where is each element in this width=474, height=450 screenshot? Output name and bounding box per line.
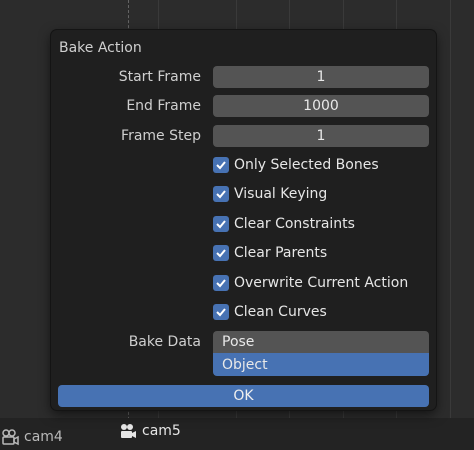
clear-parents-option[interactable]: Clear Parents xyxy=(213,245,327,261)
camera-icon xyxy=(2,429,19,446)
option-label: Overwrite Current Action xyxy=(234,275,409,291)
bake-data-label: Bake Data xyxy=(128,334,201,350)
timeline-gridline xyxy=(450,0,451,418)
checkmark-icon xyxy=(216,220,226,229)
checkbox[interactable] xyxy=(213,275,229,291)
timeline-marker-cam5[interactable]: cam5 xyxy=(118,422,181,440)
only-selected-bones-option[interactable]: Only Selected Bones xyxy=(213,157,379,173)
option-label: Clear Constraints xyxy=(234,216,355,232)
bake-data-option-pose[interactable]: Pose xyxy=(213,331,429,353)
checkmark-icon xyxy=(216,249,226,258)
checkbox[interactable] xyxy=(213,216,229,232)
ok-button[interactable]: OK xyxy=(58,385,429,407)
end-frame-field[interactable]: 1000 xyxy=(213,95,429,117)
checkmark-icon xyxy=(216,279,226,288)
checkbox[interactable] xyxy=(213,245,229,261)
bake-data-dropdown[interactable]: Pose Object xyxy=(213,331,429,376)
option-label: Clean Curves xyxy=(234,304,327,320)
clean-curves-option[interactable]: Clean Curves xyxy=(213,304,327,320)
timeline-marker-cam4[interactable]: cam4 xyxy=(0,428,63,446)
frame-step-field[interactable]: 1 xyxy=(213,125,429,147)
checkmark-icon xyxy=(216,161,226,170)
checkmark-icon xyxy=(216,190,226,199)
camera-icon xyxy=(121,424,136,438)
end-frame-label: End Frame xyxy=(126,98,201,114)
dialog-title: Bake Action xyxy=(59,40,142,56)
option-label: Visual Keying xyxy=(234,186,328,202)
marker-strip xyxy=(0,418,474,450)
checkbox[interactable] xyxy=(213,186,229,202)
bake-data-option-object[interactable]: Object xyxy=(213,353,429,376)
bake-action-dialog: Bake Action Start Frame 1 End Frame 1000… xyxy=(51,30,436,410)
option-label: Clear Parents xyxy=(234,245,328,261)
overwrite-current-action-option[interactable]: Overwrite Current Action xyxy=(213,275,408,291)
option-label: Only Selected Bones xyxy=(234,157,379,173)
marker-label: cam4 xyxy=(24,429,63,445)
checkbox[interactable] xyxy=(213,157,229,173)
checkmark-icon xyxy=(216,308,226,317)
visual-keying-option[interactable]: Visual Keying xyxy=(213,186,327,202)
frame-step-label: Frame Step xyxy=(121,128,201,144)
marker-label: cam5 xyxy=(142,423,181,439)
clear-constraints-option[interactable]: Clear Constraints xyxy=(213,216,355,232)
start-frame-field[interactable]: 1 xyxy=(213,66,429,88)
start-frame-label: Start Frame xyxy=(118,69,201,85)
checkbox[interactable] xyxy=(213,304,229,320)
